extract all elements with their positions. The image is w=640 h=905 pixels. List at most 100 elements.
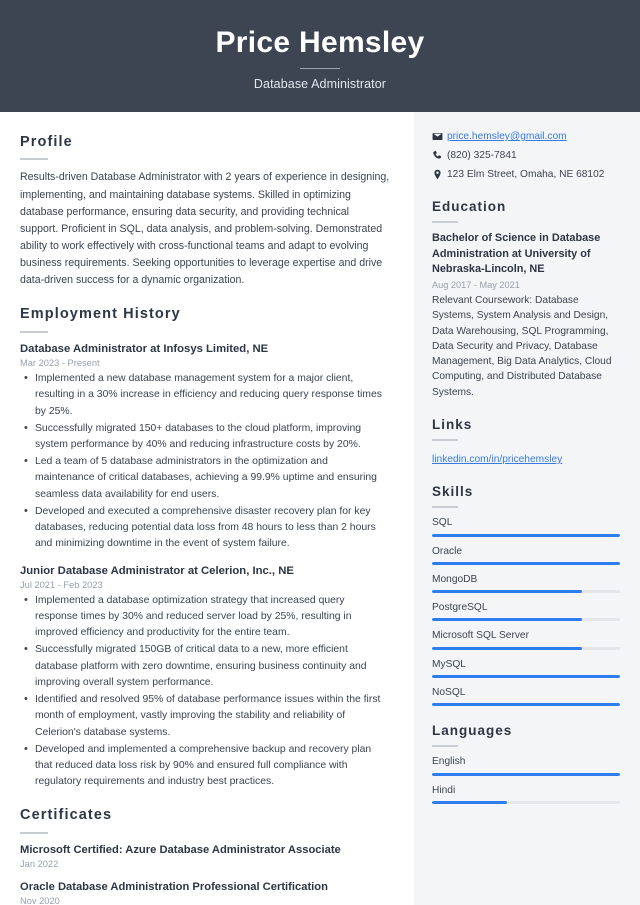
jobs-list: Database Administrator at Infosys Limite… bbox=[20, 342, 390, 791]
language-item-fill bbox=[432, 800, 508, 804]
skill-item: Microsoft SQL Server bbox=[432, 629, 620, 650]
skill-item: PostgreSQL bbox=[432, 601, 620, 622]
phone-number: (820) 325-7841 bbox=[447, 149, 517, 161]
map-pin-icon bbox=[432, 168, 447, 180]
address-text: 123 Elm Street, Omaha, NE 68102 bbox=[447, 168, 605, 180]
job-bullet: Implemented a new database management sy… bbox=[20, 370, 390, 420]
certificate-title: Microsoft Certified: Azure Database Admi… bbox=[20, 843, 341, 856]
job-bullet: Developed and executed a comprehensive d… bbox=[20, 503, 390, 553]
section-divider bbox=[20, 158, 48, 161]
skill-item-track bbox=[432, 533, 620, 537]
languages-list: English Hindi bbox=[432, 755, 620, 804]
skill-item: Oracle bbox=[432, 545, 620, 565]
education-entry: Bachelor of Science in Database Administ… bbox=[432, 231, 620, 400]
profile-heading: Profile bbox=[20, 134, 73, 150]
education-date: Aug 2017 - May 2021 bbox=[432, 279, 520, 290]
skill-item: MySQL bbox=[432, 658, 620, 678]
language-item-fill bbox=[432, 772, 620, 776]
envelope-icon bbox=[432, 130, 447, 142]
skill-item: SQL bbox=[432, 516, 620, 537]
skill-item-label: Microsoft SQL Server bbox=[432, 630, 529, 642]
education-description: Relevant Coursework: Database Systems, S… bbox=[432, 294, 612, 398]
skills-heading: Skills bbox=[432, 484, 474, 500]
profile-link[interactable]: linkedin.com/in/pricehemsley bbox=[432, 454, 562, 465]
skill-item-fill bbox=[432, 618, 583, 622]
employment-heading: Employment History bbox=[20, 306, 181, 323]
skill-item-label: MySQL bbox=[432, 658, 466, 670]
education-list: Bachelor of Science in Database Administ… bbox=[432, 231, 620, 400]
language-item: Hindi bbox=[432, 784, 620, 804]
skill-item-fill bbox=[432, 561, 620, 565]
sidebar-column: price.hemsley@gmail.com (820) 325-7841 1… bbox=[414, 112, 640, 905]
section-divider bbox=[432, 745, 458, 748]
certificate-date: Jan 2022 bbox=[20, 858, 59, 869]
skill-item: NoSQL bbox=[432, 686, 620, 707]
skill-item-track bbox=[432, 618, 620, 622]
main-column: Profile Results-driven Database Administ… bbox=[0, 112, 414, 905]
skill-item-label: MongoDB bbox=[432, 573, 478, 585]
email-link[interactable]: price.hemsley@gmail.com bbox=[447, 130, 567, 144]
skill-item-track bbox=[432, 674, 620, 678]
job-bullet: Developed and implemented a comprehensiv… bbox=[20, 741, 390, 791]
profile-text: Results-driven Database Administrator wi… bbox=[20, 171, 390, 287]
language-item-track bbox=[432, 800, 620, 804]
job-bullet: Implemented a database optimization stra… bbox=[20, 592, 390, 642]
job-bullet: Successfully migrated 150GB of critical … bbox=[20, 641, 390, 691]
certificate-entry: Microsoft Certified: Azure Database Admi… bbox=[20, 843, 390, 869]
candidate-name: Price Hemsley bbox=[215, 25, 425, 59]
employment-section: Employment History Database Administrato… bbox=[20, 306, 390, 790]
job-bullets: Implemented a database optimization stra… bbox=[20, 592, 390, 791]
contact-phone-row: (820) 325-7841 bbox=[432, 149, 620, 163]
skill-item-fill bbox=[432, 674, 620, 678]
job-bullet: Led a team of 5 database administrators … bbox=[20, 453, 390, 503]
certificate-entry: Oracle Database Administration Professio… bbox=[20, 880, 390, 905]
skill-item-fill bbox=[432, 703, 620, 707]
resume-body: Profile Results-driven Database Administ… bbox=[0, 112, 640, 905]
contact-email-row: price.hemsley@gmail.com bbox=[432, 130, 620, 144]
links-heading: Links bbox=[432, 417, 473, 433]
certificate-title: Oracle Database Administration Professio… bbox=[20, 880, 328, 893]
education-heading: Education bbox=[432, 199, 507, 215]
education-section: Education Bachelor of Science in Databas… bbox=[432, 199, 620, 400]
skill-item-label: NoSQL bbox=[432, 686, 466, 698]
certificates-heading: Certificates bbox=[20, 807, 113, 824]
job-bullet: Identified and resolved 95% of database … bbox=[20, 691, 390, 741]
job-date: Jul 2021 - Feb 2023 bbox=[20, 579, 103, 590]
skill-item-fill bbox=[432, 533, 620, 537]
job-bullets: Implemented a new database management sy… bbox=[20, 370, 390, 553]
phone-icon bbox=[432, 149, 447, 161]
resume-page: Price Hemsley Database Administrator Pro… bbox=[0, 0, 640, 905]
languages-heading: Languages bbox=[432, 723, 513, 739]
section-divider bbox=[20, 330, 48, 333]
links-section: Links linkedin.com/in/pricehemsley bbox=[432, 417, 620, 467]
links-list: linkedin.com/in/pricehemsley bbox=[432, 449, 620, 467]
job-title: Junior Database Administrator at Celerio… bbox=[20, 564, 294, 577]
header-divider bbox=[300, 67, 340, 69]
profile-section: Profile Results-driven Database Administ… bbox=[20, 134, 390, 289]
skill-item-label: SQL bbox=[432, 517, 453, 529]
skill-item-fill bbox=[432, 646, 583, 650]
job-date: Mar 2023 - Present bbox=[20, 358, 100, 369]
certificates-section: Certificates Microsoft Certified: Azure … bbox=[20, 807, 390, 905]
languages-section: Languages English Hindi bbox=[432, 723, 620, 804]
contact-section: price.hemsley@gmail.com (820) 325-7841 1… bbox=[432, 130, 620, 181]
language-item-track bbox=[432, 772, 620, 776]
skill-item-fill bbox=[432, 590, 583, 594]
job-bullet: Successfully migrated 150+ databases to … bbox=[20, 420, 390, 453]
job-title: Database Administrator at Infosys Limite… bbox=[20, 342, 269, 355]
education-title: Bachelor of Science in Database Administ… bbox=[432, 232, 601, 276]
certificates-list: Microsoft Certified: Azure Database Admi… bbox=[20, 843, 390, 905]
contact-address-row: 123 Elm Street, Omaha, NE 68102 bbox=[432, 168, 620, 182]
section-divider bbox=[432, 221, 458, 224]
language-item: English bbox=[432, 755, 620, 776]
section-divider bbox=[432, 506, 458, 509]
skill-item-track bbox=[432, 646, 620, 650]
job-entry: Database Administrator at Infosys Limite… bbox=[20, 342, 390, 553]
language-item-label: Hindi bbox=[432, 784, 456, 796]
skill-item-track bbox=[432, 561, 620, 565]
skills-section: Skills SQL Oracle MongoDB PostgreSQL Microso… bbox=[432, 484, 620, 707]
section-divider bbox=[20, 831, 48, 834]
skill-item-label: Oracle bbox=[432, 545, 463, 557]
resume-header: Price Hemsley Database Administrator bbox=[0, 0, 640, 112]
certificate-date: Nov 2020 bbox=[20, 896, 60, 905]
